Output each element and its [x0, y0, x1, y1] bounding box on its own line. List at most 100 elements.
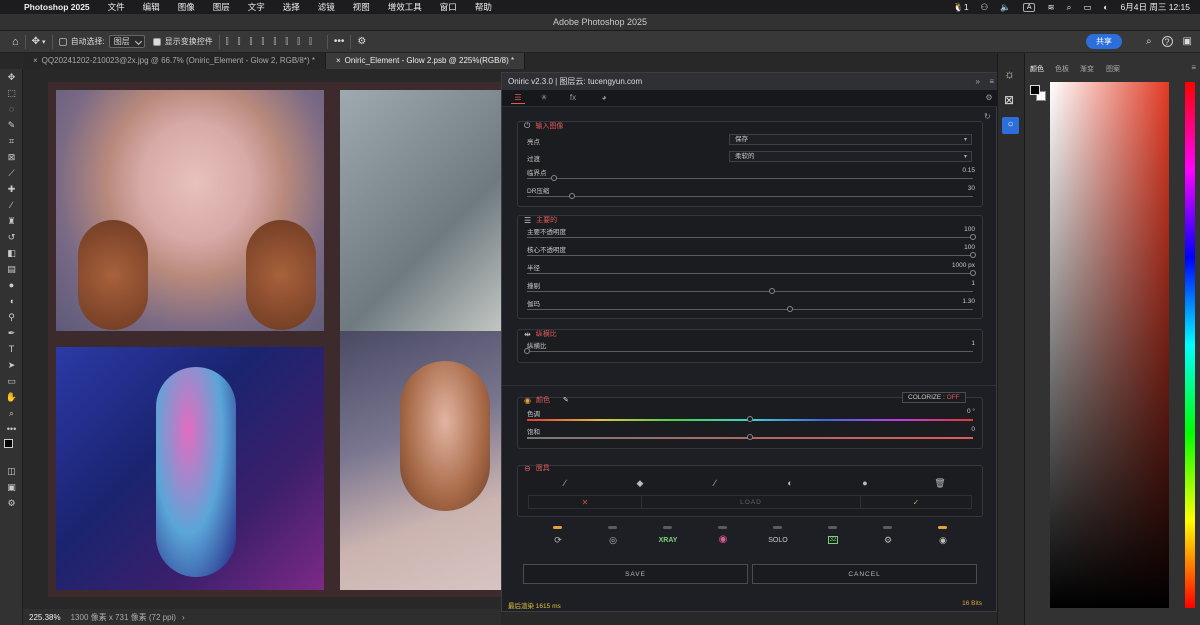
eyedropper-icon[interactable]: ✎ [563, 396, 569, 404]
auto-select-checkbox[interactable] [58, 37, 67, 46]
slider-track[interactable] [527, 309, 973, 310]
color-wheel-icon[interactable]: ◉ [713, 534, 733, 545]
slider-knob[interactable] [970, 252, 976, 258]
menu-help[interactable]: 帮助 [475, 1, 492, 13]
core-opacity-slider[interactable]: 核心不透明度 100 [518, 244, 984, 260]
slider-knob[interactable] [970, 270, 976, 276]
toggle-icon[interactable]: ⊖ [524, 464, 531, 473]
canvas-area[interactable] [23, 69, 510, 609]
help-icon[interactable]: ? [1161, 36, 1173, 47]
menu-plugins[interactable]: 增效工具 [388, 1, 422, 13]
move-tool-icon[interactable]: ✥ [32, 36, 40, 47]
control-center-icon[interactable]: ⚇ [981, 2, 989, 13]
hue-strip[interactable] [1185, 82, 1195, 608]
history-brush-icon[interactable]: ↺ [0, 229, 23, 245]
battery-icon[interactable]: ▭ [1083, 2, 1091, 13]
bit-depth[interactable]: 16 Bits [962, 600, 982, 607]
tab-swatches[interactable]: 色板 [1055, 64, 1069, 74]
dr-compression-slider[interactable]: DR压缩 30 [518, 185, 984, 201]
hue-slider[interactable]: 色调 0 ° [518, 408, 984, 424]
menu-select[interactable]: 选择 [283, 1, 300, 13]
edit-toolbar-icon[interactable]: ⚙ [0, 495, 23, 511]
align-buttons[interactable]: ⫿⫿⫿⫿⫿⫿⫿⫿ [226, 36, 321, 47]
colorize-toggle[interactable]: COLORIZE : OFF [902, 392, 966, 403]
sync-icon[interactable]: ⟳ [548, 535, 568, 546]
zoom-level[interactable]: 225.38% [29, 613, 61, 622]
menu-window[interactable]: 窗口 [440, 1, 457, 13]
toggle-icon[interactable]: ◐ [1103, 2, 1108, 12]
hand-tool-icon[interactable]: ✋ [0, 389, 23, 405]
menu-view[interactable]: 视图 [353, 1, 370, 13]
slider-knob[interactable] [568, 193, 575, 199]
quick-mask-icon[interactable]: ◫ [0, 463, 23, 479]
qq-status-icon[interactable]: 🐧1 [953, 2, 968, 13]
eyedropper-icon[interactable]: ∕ [705, 478, 725, 488]
highlights-dropdown[interactable]: 保存 [729, 134, 972, 145]
tab-patterns[interactable]: 图案 [1106, 64, 1120, 74]
type-tool-icon[interactable]: T [0, 341, 23, 357]
zoom-tool-icon[interactable]: ⌕ [0, 405, 23, 421]
search-icon[interactable]: ⌕ [1067, 2, 1072, 13]
close-icon[interactable]: × [33, 56, 38, 65]
tab-glow-icon[interactable]: ☰ [511, 93, 525, 104]
slider-knob[interactable] [524, 348, 530, 354]
slider-knob[interactable] [970, 234, 976, 240]
marquee-tool-icon[interactable]: ⬚ [0, 85, 23, 101]
slider-knob[interactable] [769, 288, 776, 294]
foreground-color-swatch[interactable] [1030, 85, 1040, 95]
path-select-icon[interactable]: ➤ [0, 357, 23, 373]
panel-menu-icon[interactable]: ≡ [989, 73, 994, 90]
slider-track[interactable] [527, 273, 973, 274]
workspace-icon[interactable]: ▣ [1183, 36, 1192, 47]
chevron-down-icon[interactable]: ▾ [42, 38, 46, 46]
mask-cancel-button[interactable]: ✕ [529, 496, 642, 508]
tab-color[interactable]: 颜色 [1030, 64, 1044, 74]
show-transform-checkbox[interactable] [152, 37, 161, 46]
search-icon[interactable]: ⌕ [1146, 36, 1152, 47]
saturation-slider[interactable]: 饱和 0 [518, 426, 984, 442]
app-name-menu[interactable]: Photoshop 2025 [24, 2, 90, 12]
section-header[interactable]: ◉ 颜色 ✎ [524, 395, 569, 405]
bits-32-icon[interactable]: 32 [828, 536, 838, 544]
tab-document-2[interactable]: × Oniric_Element - Glow 2.psb @ 225%(RGB/… [325, 53, 526, 69]
share-button[interactable]: 共享 [1085, 34, 1122, 49]
slider-track[interactable] [527, 351, 973, 352]
more-icon[interactable]: ••• [334, 36, 345, 47]
crop-tool-icon[interactable]: ⌗ [0, 133, 23, 149]
power-icon[interactable]: ⏻ [524, 121, 530, 131]
transition-dropdown[interactable]: 柔软的 [729, 151, 972, 162]
save-button[interactable]: SAVE [523, 564, 748, 584]
menu-file[interactable]: 文件 [108, 1, 125, 13]
wifi-icon[interactable]: ≋ [1047, 2, 1054, 13]
circle-icon[interactable]: ○ [1002, 117, 1019, 134]
color-field[interactable] [1050, 82, 1169, 608]
menu-image[interactable]: 图像 [178, 1, 195, 13]
move-tool-icon[interactable]: ✥ [0, 69, 23, 85]
menu-filter[interactable]: 滤镜 [318, 1, 335, 13]
input-method-icon[interactable]: A [1022, 2, 1036, 12]
eraser-tool-icon[interactable]: ◧ [0, 245, 23, 261]
sliders-icon[interactable]: ☰ [524, 216, 531, 225]
auto-select-dropdown[interactable]: 图层 [108, 35, 145, 48]
mask-apply-button[interactable]: ✓ [861, 496, 971, 508]
slider-track[interactable] [527, 178, 973, 179]
slider-track[interactable] [527, 255, 973, 256]
section-header[interactable]: ⊖ 面具 [524, 463, 550, 473]
slider-knob[interactable] [550, 175, 557, 181]
swap-colors-icon[interactable] [0, 437, 23, 463]
gear-icon[interactable]: ⚙ [357, 36, 366, 47]
tab-document-1[interactable]: × QQ20241202-210023@2x.jpg @ 66.7% (Oniri… [23, 53, 326, 69]
mask-load-button[interactable]: LOAD [642, 496, 861, 508]
slider-track[interactable] [527, 291, 973, 292]
dodge-tool-icon[interactable]: ◖ [0, 293, 23, 309]
cancel-button[interactable]: CANCEL [752, 564, 977, 584]
slider-knob[interactable] [747, 434, 753, 440]
gradient-tool-icon[interactable]: ▤ [0, 261, 23, 277]
foreground-color-swatch[interactable] [4, 439, 13, 448]
healing-tool-icon[interactable]: ✚ [0, 181, 23, 197]
panel-menu-icon[interactable]: ≡ [1191, 63, 1196, 72]
brush-tool-icon[interactable]: ∕ [0, 197, 23, 213]
slider-knob[interactable] [787, 306, 794, 312]
xray-button[interactable]: XRAY [653, 537, 683, 544]
oniric-panel-icon[interactable]: ⊠ [1004, 93, 1014, 107]
